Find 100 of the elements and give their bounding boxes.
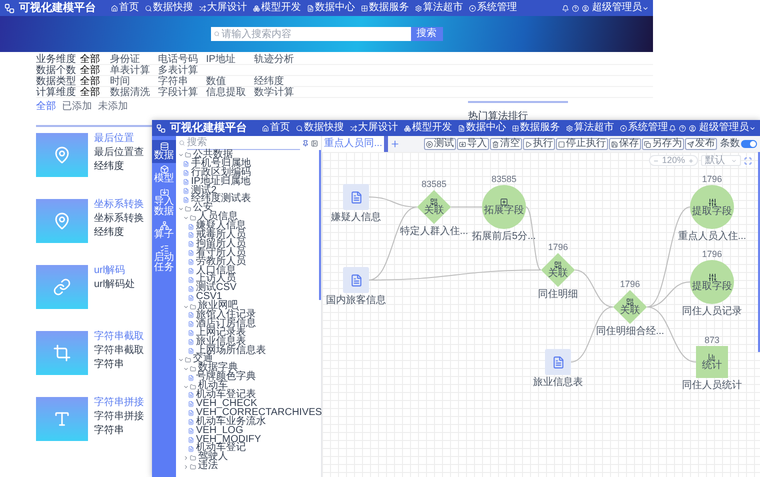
tree-item[interactable]: 机动车业务流水 [176,418,321,427]
tree-item[interactable]: 测试CSV [176,284,321,294]
join-node[interactable]: 关联 [613,290,647,324]
tree-item[interactable]: 看守所人员 [176,248,321,258]
tree-item[interactable]: VEH_CORRECTARCHIVES [176,408,321,418]
tree-item[interactable]: 拘留所人员 [176,240,321,249]
data-source-node[interactable] [545,349,571,375]
caret-icon[interactable] [183,304,189,310]
filter-option[interactable]: 单表计算 [110,64,158,76]
rail-item[interactable]: 导入数据 [152,186,176,219]
extract-node[interactable]: 提取字段 [690,260,734,304]
caret-icon[interactable] [183,464,189,470]
filter-option[interactable]: 全部 [80,64,110,76]
join-node[interactable]: 关联 [541,253,575,287]
toolbar-button[interactable]: 执行 [523,138,555,150]
caret-icon[interactable] [178,152,184,158]
pin-icon[interactable] [302,140,309,146]
tree-item[interactable]: VEH_MODIFY [176,436,321,444]
filter-option[interactable]: 时间 [110,76,158,86]
nav-link[interactable]: 大屏设计 [349,122,399,134]
scrollbar[interactable] [758,152,760,352]
caret-icon[interactable] [178,206,184,212]
nav-link[interactable]: 数据中心 [457,122,507,134]
caret-icon[interactable] [178,356,184,363]
filter-option[interactable]: 字符串 [158,76,206,86]
bell-icon[interactable] [669,124,676,132]
nav-link[interactable]: 首页 [261,122,291,134]
nav-link[interactable]: 数据中心 [306,2,356,14]
toolbar-button[interactable]: 发布 [685,138,717,150]
caret-icon[interactable] [183,454,189,461]
nav-link[interactable]: 数据快搜 [295,122,345,134]
help-icon[interactable] [572,4,579,12]
filter-option[interactable]: 轨迹分析 [254,54,302,64]
user-menu[interactable]: 超级管理员 [699,122,756,134]
filter-option[interactable]: 全部 [80,54,110,64]
filter-tab[interactable]: 已添加 [62,101,92,125]
tree-item[interactable]: 旅馆入住记录 [176,311,321,320]
nav-link[interactable]: 算法超市 [414,2,464,14]
nav-link[interactable]: 数据快搜 [144,2,194,14]
filter-option[interactable]: 数值 [206,76,254,86]
card-title[interactable]: url解码 [94,265,136,276]
card-title[interactable]: 坐标系转换 [94,199,144,210]
filter-option[interactable]: 身份证 [110,54,158,64]
count-switch[interactable] [741,140,757,148]
bell-icon[interactable] [562,4,569,12]
filter-option[interactable]: 多表计算 [158,64,206,76]
filter-option[interactable]: 数学计算 [254,86,302,98]
caret-icon[interactable] [183,384,189,390]
nav-link[interactable]: 首页 [110,2,140,14]
add-tab-icon[interactable] [390,139,400,149]
filter-option[interactable]: 经纬度 [254,76,302,86]
canvas-tab[interactable]: 重点人员同... [322,136,388,152]
filter-option[interactable]: 字段计算 [158,86,206,98]
help-icon[interactable] [679,124,686,132]
rail-item[interactable]: 启动任务 [152,242,176,275]
filter-option[interactable]: IP地址 [206,54,254,64]
collapse-icon[interactable] [311,140,318,146]
data-source-node[interactable] [343,184,369,210]
filter-option[interactable]: 数据清洗 [110,86,158,98]
toolbar-button[interactable]: 停止执行 [556,138,608,150]
data-source-node[interactable] [343,267,369,293]
plus-icon[interactable] [688,158,694,164]
tree-item[interactable]: VEH_LOG [176,426,321,436]
tree-item[interactable]: 违法 [176,462,321,472]
search-button[interactable]: 搜索 [410,27,442,41]
nav-link[interactable]: 系统管理 [468,2,518,14]
expand-node[interactable]: 拓展字段 [482,185,526,229]
tree-item[interactable]: VEH_CHECK [176,400,321,409]
statistics-node[interactable]: 统计 [696,346,728,378]
tree-search-field[interactable]: 搜索 [187,136,300,150]
toolbar-button[interactable]: 导入 [457,138,489,150]
nav-link[interactable]: 数据服务 [511,122,561,134]
user-menu[interactable]: 超级管理员 [592,2,649,14]
card-title[interactable]: 字符串拼接 [94,397,144,408]
caret-icon[interactable] [183,214,189,221]
nav-link[interactable]: 系统管理 [619,122,669,134]
toolbar-button[interactable]: 保存 [609,138,641,150]
card-title[interactable]: 字符串截取 [94,331,144,342]
tree-item[interactable]: 机动车登记表 [176,391,321,400]
nav-link[interactable]: 模型开发 [252,2,302,14]
nav-link[interactable]: 模型开发 [403,122,453,134]
filter-option[interactable]: 全部 [80,86,110,98]
toolbar-button[interactable]: 测试 [424,138,456,150]
filter-tab[interactable]: 未添加 [98,101,128,125]
filter-tab[interactable]: 全部 [36,101,56,125]
extract-node[interactable]: 提取字段 [690,185,734,229]
filter-option[interactable]: 电话号码 [158,54,206,64]
tree-item[interactable]: 酒店订房信息 [176,320,321,329]
nav-link[interactable]: 数据服务 [360,2,410,14]
filter-option[interactable]: 信息提取 [206,86,254,98]
card-title[interactable]: 最后位置 [94,133,144,144]
tree-item[interactable]: 戒毒所人员 [176,231,321,240]
rail-item[interactable]: 数据 [152,140,176,163]
fullscreen-icon[interactable] [744,156,752,164]
toolbar-button[interactable]: 清空 [490,138,522,150]
caret-icon[interactable] [183,366,189,372]
minus-icon[interactable] [652,158,659,164]
nav-link[interactable]: 算法超市 [565,122,615,134]
rail-item[interactable]: 模型 [152,163,176,186]
nav-link[interactable]: 大屏设计 [198,2,248,14]
